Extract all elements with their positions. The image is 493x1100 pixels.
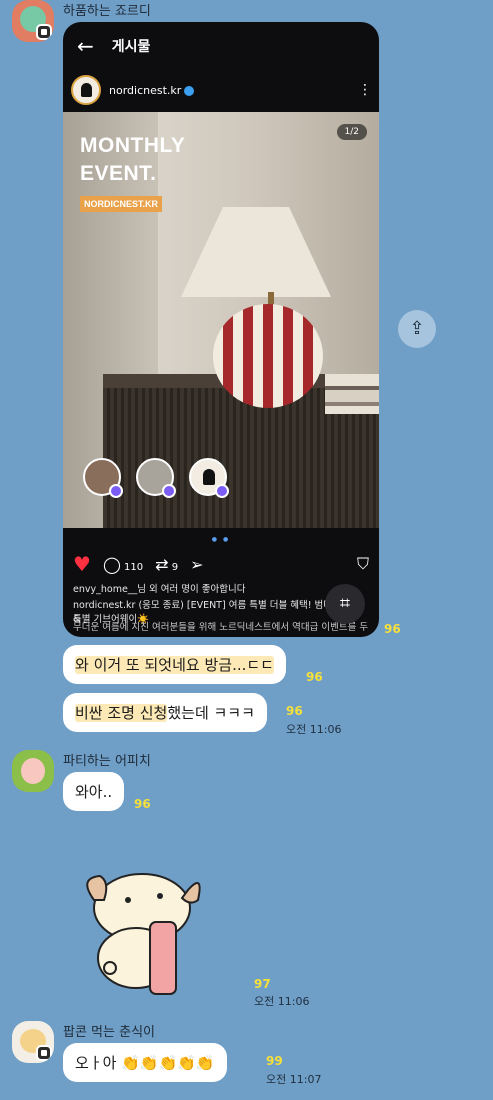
sender-name: 파티하는 어피치 [63, 754, 151, 769]
profile-avatar[interactable] [71, 75, 101, 105]
share-icon[interactable]: ⇪ [398, 310, 436, 348]
lens-icon[interactable]: ⌗ [325, 584, 365, 624]
bookmark-icon[interactable]: ⛉ [357, 554, 369, 574]
unread-count: 99 [266, 1054, 283, 1068]
post-image[interactable]: MONTHLY EVENT. NORDICNEST.KR 1/2 [63, 112, 379, 528]
timestamp: 오전 11:07 [266, 1073, 322, 1086]
sender-name: 팝콘 먹는 춘식이 [63, 1025, 155, 1040]
back-arrow-icon[interactable]: ← [77, 34, 94, 58]
verified-icon [184, 85, 195, 96]
lamp-shade [181, 207, 331, 297]
avatar-apeach[interactable] [12, 750, 54, 792]
unread-count: 96 [286, 704, 303, 718]
collaborator-avatar[interactable] [189, 458, 229, 498]
heart-icon[interactable]: ♥ [73, 552, 91, 576]
collaborator-avatar[interactable] [83, 458, 123, 498]
sender-name: 하품하는 죠르디 [63, 4, 151, 19]
send-icon[interactable]: ➢ [190, 555, 203, 574]
instagram-post-card[interactable]: ← 게시물 nordicnest.kr ⋮ MONTHLY EVENT. NOR… [63, 22, 379, 637]
unread-count: 96 [384, 622, 401, 636]
likes-text: envy_home__님 외 여러 명이 좋아합니다 [73, 584, 246, 595]
badge-icon [36, 1045, 52, 1061]
timestamp: 오전 11:06 [254, 995, 310, 1008]
image-pager: 1/2 [336, 124, 367, 140]
repost-button[interactable]: ⇄ 9 [155, 555, 178, 574]
post-headline: MONTHLY EVENT. [80, 134, 186, 185]
timestamp: 오전 11:06 [286, 723, 342, 736]
avatar-choonsik[interactable] [12, 1021, 54, 1063]
post-header-title: 게시물 [111, 39, 151, 55]
message-bubble[interactable]: 와 이거 또 되엇네요 방금...ㄷㄷ [63, 645, 286, 684]
unread-count: 97 [254, 977, 271, 991]
collaborator-avatar[interactable] [136, 458, 176, 498]
post-username[interactable]: nordicnest.kr [109, 84, 195, 97]
message-bubble[interactable]: 오ㅏ아 👏👏👏👏👏 [63, 1043, 227, 1082]
unread-count: 96 [134, 797, 151, 811]
message-bubble[interactable]: 와아.. [63, 772, 125, 811]
comment-icon: ◯ [102, 554, 121, 574]
badge-icon [36, 24, 52, 40]
avatar-jordy[interactable] [12, 0, 54, 42]
unread-count: 96 [306, 670, 323, 684]
carousel-dots: ● ● [211, 536, 231, 543]
books [325, 374, 379, 414]
post-tag: NORDICNEST.KR [80, 196, 163, 212]
more-icon[interactable]: ⋮ [358, 82, 372, 98]
lamp-base [213, 304, 323, 408]
comment-button[interactable]: ◯ 110 [103, 555, 143, 574]
message-bubble[interactable]: 비싼 조명 신청했는데 ㅋㅋㅋ [63, 693, 267, 732]
caption-line: 무더운 여름에 지친 여러분들을 위해 노르딕네스트에서 역대급 이벤트를 두 [73, 622, 369, 633]
dog-sticker[interactable] [70, 860, 210, 1000]
repost-icon: ⇄ [155, 554, 169, 574]
